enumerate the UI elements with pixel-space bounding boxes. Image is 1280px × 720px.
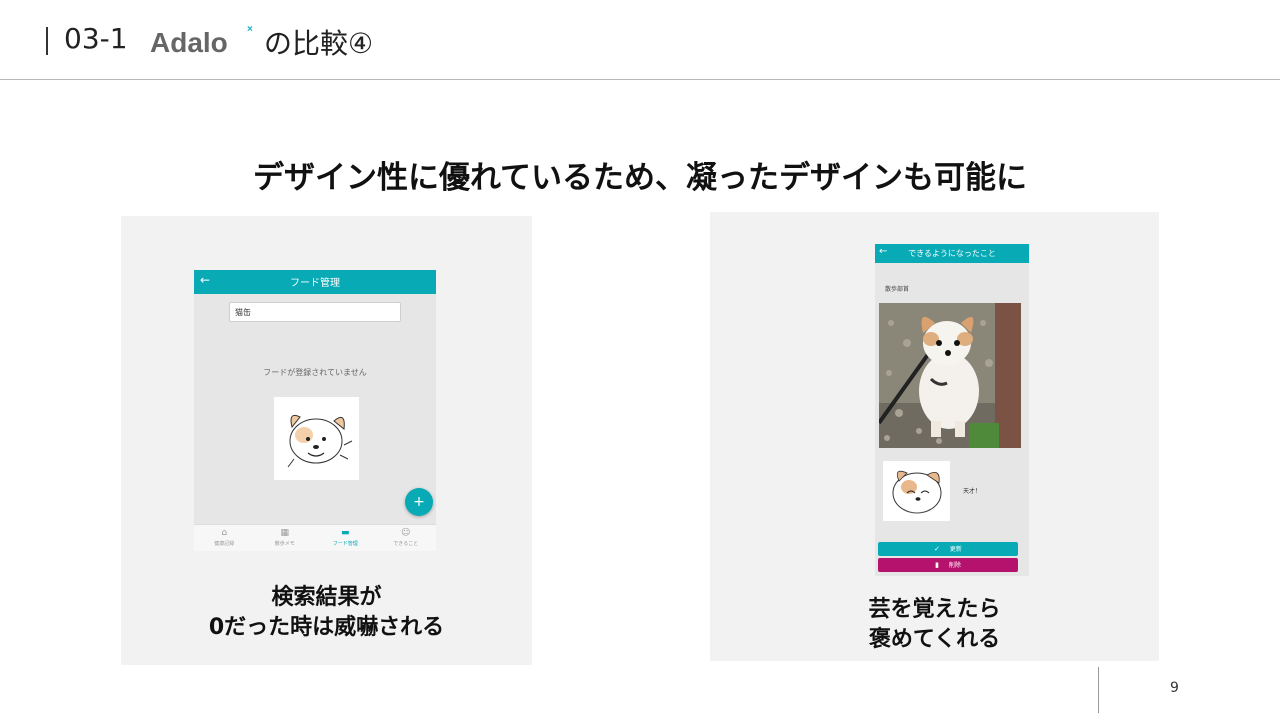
- slide-headline: デザイン性に優れているため、凝ったデザインも可能に: [252, 160, 1028, 196]
- update-label: 更新: [949, 546, 962, 553]
- nav-item-can-do[interactable]: ☺ できること: [376, 525, 437, 551]
- header-title-suffix: の比較④: [264, 27, 374, 60]
- footer-divider: [1098, 667, 1099, 713]
- empty-message: フードが登録されていません: [263, 368, 367, 377]
- header-divider-bar: [46, 27, 48, 55]
- right-caption: 芸を覚えたら 褒めてくれる: [710, 595, 1159, 655]
- svg-text:Adalo: Adalo: [150, 27, 228, 58]
- app-title: フード管理: [290, 278, 340, 289]
- svg-text:×: ×: [247, 24, 253, 35]
- nav-label: できること: [393, 541, 419, 547]
- nav-label: 散歩メモ: [274, 541, 295, 547]
- page-number: 9: [1170, 680, 1179, 696]
- slide: 03-1 Adalo × の比較④ デザイン性に優れているため、凝ったデザインも…: [0, 0, 1280, 720]
- update-button[interactable]: ✓ 更新: [878, 542, 1018, 556]
- thumb-comment: 天才！: [963, 488, 982, 495]
- left-caption: 検索結果が 0だった時は威嚇される: [121, 583, 532, 643]
- check-icon: ✓: [934, 545, 940, 553]
- achievements-screen: ← できるようになったこと 散歩部首 天才！ ✓ 更新 ▮ 削除: [875, 244, 1029, 576]
- right-caption-line1: 芸を覚えたら: [868, 597, 1001, 622]
- nav-item-health-record[interactable]: ⌂ 健康記録: [194, 525, 255, 551]
- food-management-screen: ← フード管理 猫缶 フードが登録されていません + ⌂ 健康記録 ▦ 散歩メモ…: [194, 270, 436, 551]
- calendar-icon: ▦: [280, 528, 289, 538]
- app-bar: ← できるようになったこと: [875, 244, 1029, 263]
- nav-item-walk-memo[interactable]: ▦ 散歩メモ: [255, 525, 316, 551]
- adalo-logo: Adalo ×: [150, 24, 253, 58]
- delete-label: 削除: [948, 562, 961, 569]
- app-bar: ← フード管理: [194, 270, 436, 294]
- dog-illustration: [883, 461, 950, 521]
- left-caption-line1: 検索結果が: [271, 585, 382, 610]
- delete-button[interactable]: ▮ 削除: [878, 558, 1018, 572]
- search-input[interactable]: 猫缶: [229, 302, 401, 322]
- left-caption-line2: 0だった時は威嚇される: [208, 615, 445, 640]
- smile-icon: ☺: [401, 528, 411, 538]
- right-caption-line2: 褒めてくれる: [868, 627, 1001, 652]
- add-food-button[interactable]: +: [405, 488, 433, 516]
- app-title: できるようになったこと: [908, 249, 996, 258]
- store-icon: ▬: [340, 528, 350, 538]
- dog-illustration: [274, 397, 359, 480]
- trash-icon: ▮: [935, 561, 939, 569]
- section-number: 03-1: [64, 22, 128, 55]
- nav-label: フード管理: [332, 541, 358, 547]
- home-icon: ⌂: [221, 528, 228, 538]
- slide-header: 03-1 Adalo × の比較④: [0, 0, 1280, 80]
- dog-photo: [879, 303, 1021, 448]
- bottom-navigation: ⌂ 健康記録 ▦ 散歩メモ ▬ フード管理 ☺ できること: [194, 524, 436, 551]
- nav-label: 健康記録: [214, 541, 235, 547]
- nav-item-food-management[interactable]: ▬ フード管理: [315, 525, 376, 551]
- item-label: 散歩部首: [885, 286, 910, 293]
